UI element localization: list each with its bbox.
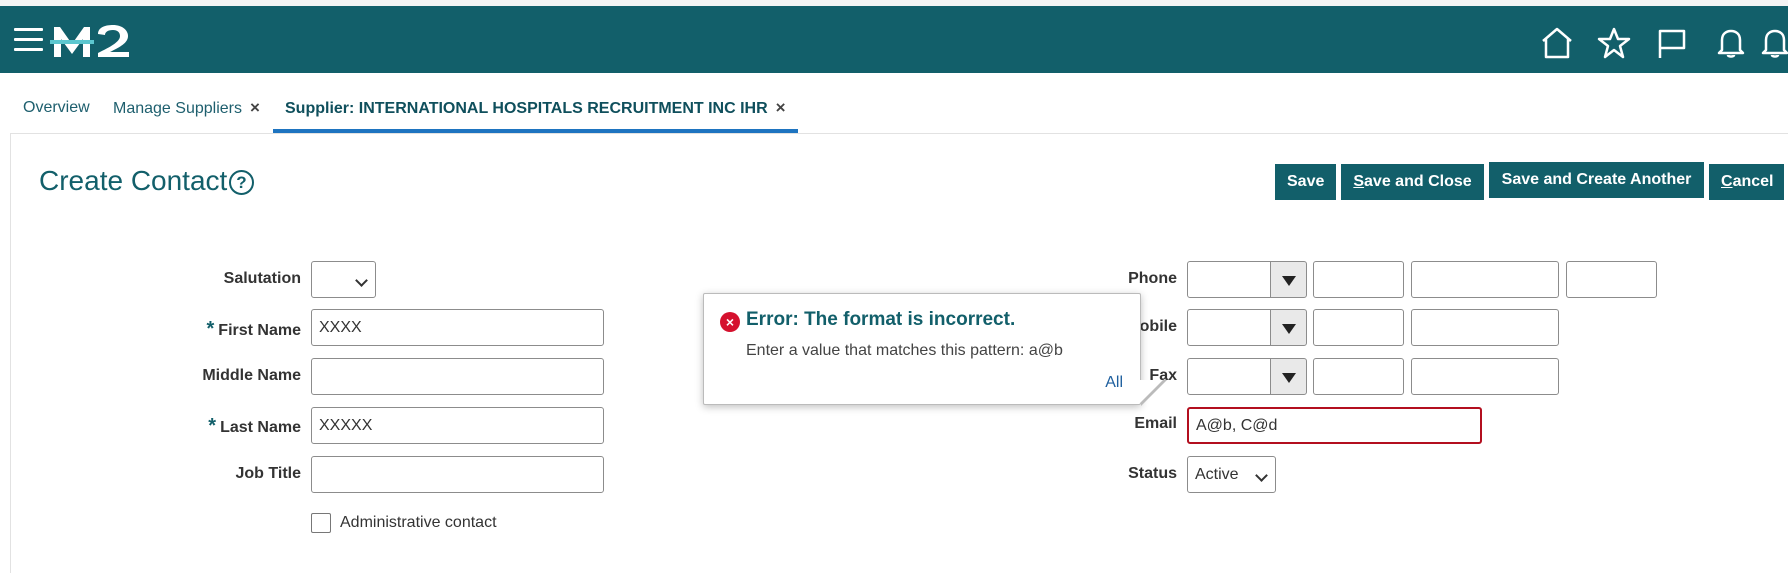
job-title-input[interactable]	[311, 456, 604, 493]
fax-number-input[interactable]	[1411, 358, 1559, 395]
m2-logo[interactable]	[50, 22, 136, 62]
tab-supplier[interactable]: Supplier: INTERNATIONAL HOSPITALS RECRUI…	[273, 92, 798, 133]
admin-contact-label: Administrative contact	[340, 514, 497, 531]
save-and-create-another-button[interactable]: Save and Create Another	[1489, 162, 1704, 198]
phone-country-select[interactable]	[1187, 261, 1272, 298]
job-title-label: Job Title	[235, 465, 302, 482]
middle-name-label: Middle Name	[202, 367, 301, 384]
menu-icon[interactable]	[14, 28, 43, 52]
status-value: Active	[1195, 466, 1239, 483]
required-indicator: *	[208, 415, 217, 437]
error-all-link[interactable]: All	[1105, 374, 1123, 392]
fax-area-input[interactable]	[1313, 358, 1404, 395]
close-icon[interactable]: ×	[776, 98, 786, 117]
close-icon[interactable]: ×	[250, 98, 260, 117]
phone-area-input[interactable]	[1313, 261, 1404, 298]
first-name-label: * First Name	[100, 318, 302, 341]
middle-name-input[interactable]	[311, 358, 604, 395]
tab-label: Manage Suppliers	[113, 100, 242, 117]
mobile-country-dropdown[interactable]	[1270, 309, 1307, 346]
star-icon[interactable]	[1597, 26, 1631, 60]
label-text: First Name	[218, 322, 301, 339]
first-name-input[interactable]	[311, 309, 604, 346]
cancel-button[interactable]: Cancel	[1709, 164, 1784, 200]
mobile-area-input[interactable]	[1313, 309, 1404, 346]
home-icon[interactable]	[1540, 26, 1574, 60]
last-name-label: * Last Name	[100, 415, 301, 438]
app-header	[0, 6, 1788, 73]
save-button[interactable]: Save	[1275, 164, 1336, 200]
error-message: Enter a value that matches this pattern:…	[746, 342, 1063, 359]
phone-number-input[interactable]	[1411, 261, 1559, 298]
mnemonic: C	[1721, 173, 1733, 190]
label-text: Last Name	[220, 419, 301, 436]
help-icon[interactable]: ?	[229, 170, 254, 195]
salutation-label: Salutation	[223, 270, 301, 287]
tab-manage-suppliers[interactable]: Manage Suppliers ×	[113, 92, 260, 133]
save-and-close-button[interactable]: Save and Close	[1341, 164, 1484, 200]
bell-icon[interactable]	[1758, 26, 1788, 60]
page-title: Create Contact	[39, 165, 228, 196]
flag-icon[interactable]	[1655, 26, 1689, 60]
mobile-number-input[interactable]	[1411, 309, 1559, 346]
status-label: Status	[1128, 465, 1177, 482]
button-label: ave and Close	[1364, 173, 1472, 190]
popup-pointer-fill	[1140, 380, 1163, 403]
tab-label: Overview	[23, 99, 90, 116]
mnemonic: S	[1353, 173, 1365, 190]
salutation-select[interactable]	[311, 261, 376, 298]
error-icon: ×	[720, 312, 740, 332]
chevron-down-icon	[355, 274, 368, 287]
required-indicator: *	[206, 318, 215, 340]
phone-label: Phone	[1128, 270, 1177, 287]
phone-country-dropdown[interactable]	[1270, 261, 1307, 298]
tab-overview[interactable]: Overview	[23, 92, 90, 133]
last-name-input[interactable]	[311, 407, 604, 444]
status-select[interactable]: Active	[1187, 456, 1276, 493]
fax-country-dropdown[interactable]	[1270, 358, 1307, 395]
error-title: Error: The format is incorrect.	[746, 309, 1016, 330]
email-label: Email	[1134, 415, 1177, 432]
phone-extension-input[interactable]	[1566, 261, 1657, 298]
admin-contact-checkbox[interactable]	[311, 513, 331, 533]
fax-country-select[interactable]	[1187, 358, 1272, 395]
error-popup: × Error: The format is incorrect. Enter …	[703, 293, 1141, 405]
chevron-down-icon	[1255, 469, 1268, 482]
tab-label: Supplier: INTERNATIONAL HOSPITALS RECRUI…	[285, 100, 768, 117]
tab-bar: Overview Manage Suppliers × Supplier: INT…	[0, 92, 1788, 133]
bell-icon[interactable]	[1714, 26, 1748, 60]
button-label: ancel	[1732, 173, 1774, 190]
email-input[interactable]	[1187, 407, 1482, 444]
mobile-country-select[interactable]	[1187, 309, 1272, 346]
